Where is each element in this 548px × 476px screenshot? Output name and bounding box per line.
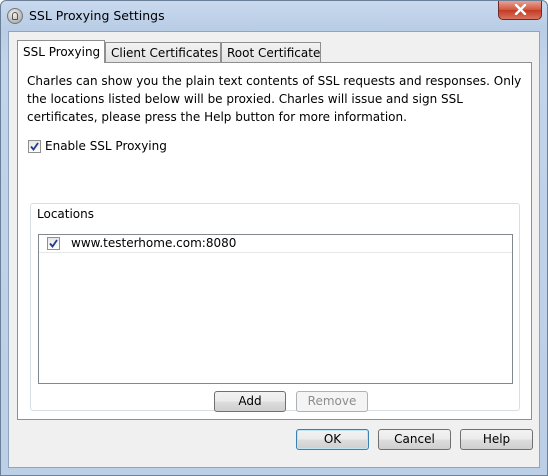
ok-button[interactable]: OK xyxy=(296,429,369,450)
ssl-proxying-panel: Charles can show you the plain text cont… xyxy=(17,62,532,420)
help-button[interactable]: Help xyxy=(460,429,533,450)
locations-group-label: Locations xyxy=(35,207,97,221)
cancel-button[interactable]: Cancel xyxy=(378,429,451,450)
locations-group: Locations www.testerhome.com:8080 Add Re… xyxy=(30,203,520,412)
tab-ssl-proxying[interactable]: SSL Proxying xyxy=(17,40,105,63)
dialog-body: SSL Proxying Client Certificates Root Ce… xyxy=(8,31,540,468)
enable-ssl-proxying-label[interactable]: Enable SSL Proxying xyxy=(45,139,167,153)
tab-client-certificates[interactable]: Client Certificates xyxy=(105,42,221,62)
close-icon xyxy=(514,4,527,15)
locations-list[interactable]: www.testerhome.com:8080 xyxy=(38,234,513,384)
tab-root-certificate[interactable]: Root Certificate xyxy=(221,42,321,62)
ssl-description: Charles can show you the plain text cont… xyxy=(27,74,522,124)
close-button[interactable] xyxy=(498,1,542,20)
checkmark-icon xyxy=(30,142,39,151)
location-host: www.testerhome.com:8080 xyxy=(71,236,237,250)
location-row[interactable]: www.testerhome.com:8080 xyxy=(39,235,512,253)
checkmark-icon xyxy=(49,239,58,248)
enable-ssl-proxying-checkbox[interactable] xyxy=(28,140,41,153)
window-title: SSL Proxying Settings xyxy=(29,8,165,23)
charles-app-icon xyxy=(7,8,23,24)
ssl-proxying-settings-window: SSL Proxying Settings SSL Proxying Clien… xyxy=(0,0,548,476)
location-enabled-checkbox[interactable] xyxy=(47,237,60,250)
title-bar[interactable]: SSL Proxying Settings xyxy=(1,1,547,31)
add-location-button[interactable]: Add xyxy=(214,391,286,412)
remove-location-button[interactable]: Remove xyxy=(296,391,368,412)
